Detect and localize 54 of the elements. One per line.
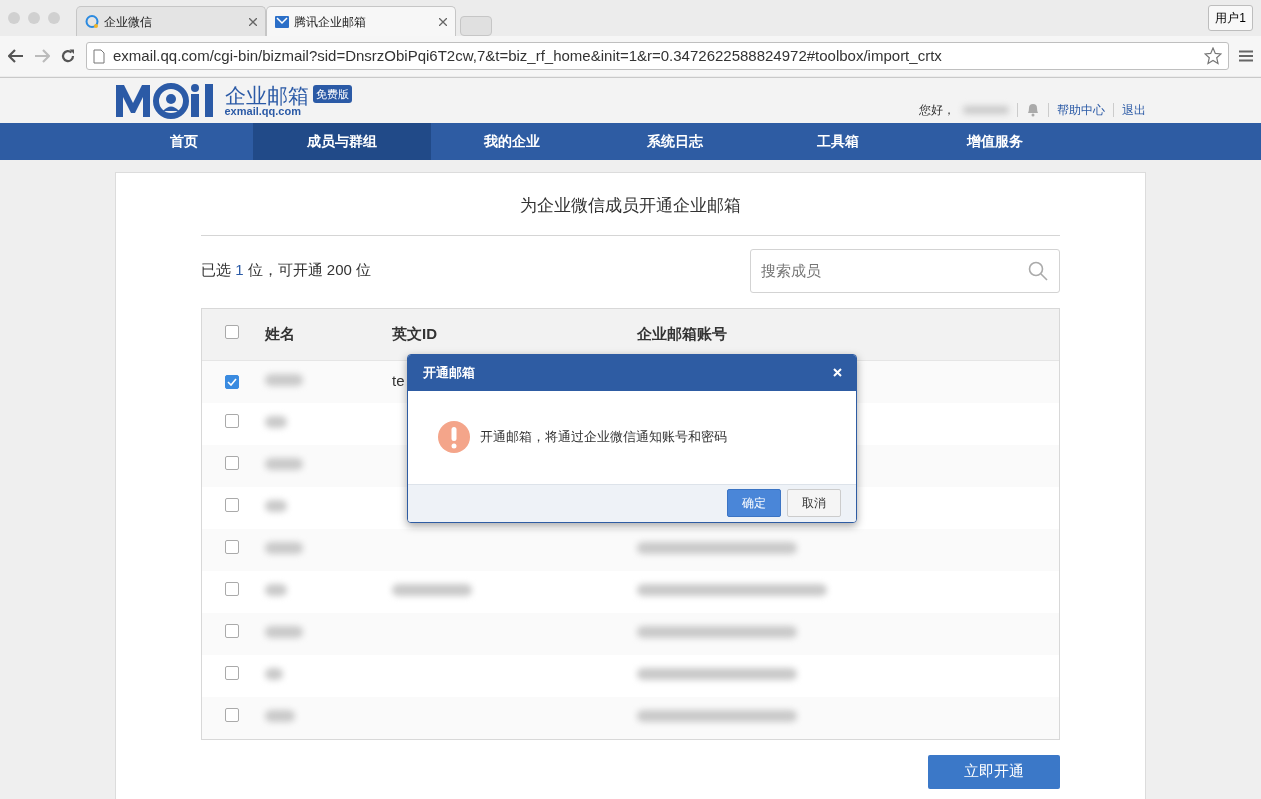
- bell-icon[interactable]: [1025, 102, 1040, 117]
- page-icon: [93, 48, 105, 64]
- page-title: 为企业微信成员开通企业邮箱: [201, 193, 1060, 236]
- edition-badge: 免费版: [312, 84, 352, 103]
- checkbox[interactable]: [225, 324, 239, 339]
- nav-tab[interactable]: 成员与群组: [252, 123, 431, 160]
- nav-tab[interactable]: 首页: [115, 123, 253, 160]
- window-zoom-button[interactable]: [48, 12, 60, 24]
- logo-domain: exmail.qq.com: [224, 105, 301, 117]
- table-cell: te: [392, 372, 405, 390]
- browser-tab[interactable]: 企业微信: [76, 6, 266, 36]
- submit-button[interactable]: 立即开通: [928, 754, 1060, 789]
- checkbox[interactable]: [225, 375, 239, 390]
- profile-button[interactable]: 用户1: [1208, 5, 1253, 31]
- checkbox[interactable]: [225, 414, 239, 429]
- window-close-button[interactable]: [8, 12, 20, 24]
- chat-bubble-icon: [85, 14, 99, 29]
- nav-tab[interactable]: 增值服务: [919, 123, 1071, 160]
- window-minimize-button[interactable]: [28, 12, 40, 24]
- header-link[interactable]: 帮助中心: [1056, 100, 1105, 119]
- reload-icon[interactable]: [60, 48, 76, 64]
- nav-tab[interactable]: 工具箱: [756, 123, 920, 160]
- dialog-title: 开通邮箱: [423, 363, 475, 382]
- checkbox[interactable]: [225, 582, 239, 597]
- dialog-message: 开通邮箱，将通过企业微信通知账号和密码: [480, 428, 727, 447]
- column-header: 姓名: [265, 324, 295, 342]
- checkbox[interactable]: [225, 456, 239, 471]
- dialog-button[interactable]: 确定: [727, 489, 781, 517]
- browser-tab[interactable]: 腾讯企业邮箱: [266, 6, 456, 36]
- header-link[interactable]: 退出: [1121, 100, 1146, 119]
- envelope-icon: [275, 15, 289, 28]
- logo-text: 企业邮箱: [224, 84, 309, 106]
- menu-icon[interactable]: [1239, 50, 1253, 62]
- dialog-button[interactable]: 取消: [787, 489, 841, 517]
- greeting-text: 您好，: [918, 101, 955, 119]
- search-field[interactable]: 搜索成员: [750, 248, 1060, 293]
- warning-icon: [438, 421, 470, 453]
- new-tab-button[interactable]: [460, 16, 492, 36]
- checkbox[interactable]: [225, 498, 239, 513]
- close-icon[interactable]: [249, 17, 257, 26]
- checkbox[interactable]: [225, 708, 239, 723]
- nav-tab[interactable]: 我的企业: [430, 123, 594, 160]
- close-icon[interactable]: [439, 17, 447, 26]
- column-header: 企业邮箱账号: [637, 324, 727, 342]
- back-arrow-icon[interactable]: [8, 49, 24, 63]
- checkbox[interactable]: [225, 624, 239, 639]
- checkbox[interactable]: [225, 666, 239, 681]
- star-icon[interactable]: [1204, 47, 1222, 65]
- forward-arrow-icon[interactable]: [34, 49, 50, 63]
- selection-counter: 已选 1 位，可开通 200 位: [201, 260, 372, 281]
- search-icon[interactable]: [1028, 260, 1048, 281]
- column-header: 英文ID: [392, 324, 437, 342]
- nav-tab[interactable]: 系统日志: [593, 123, 757, 160]
- checkbox[interactable]: [225, 540, 239, 555]
